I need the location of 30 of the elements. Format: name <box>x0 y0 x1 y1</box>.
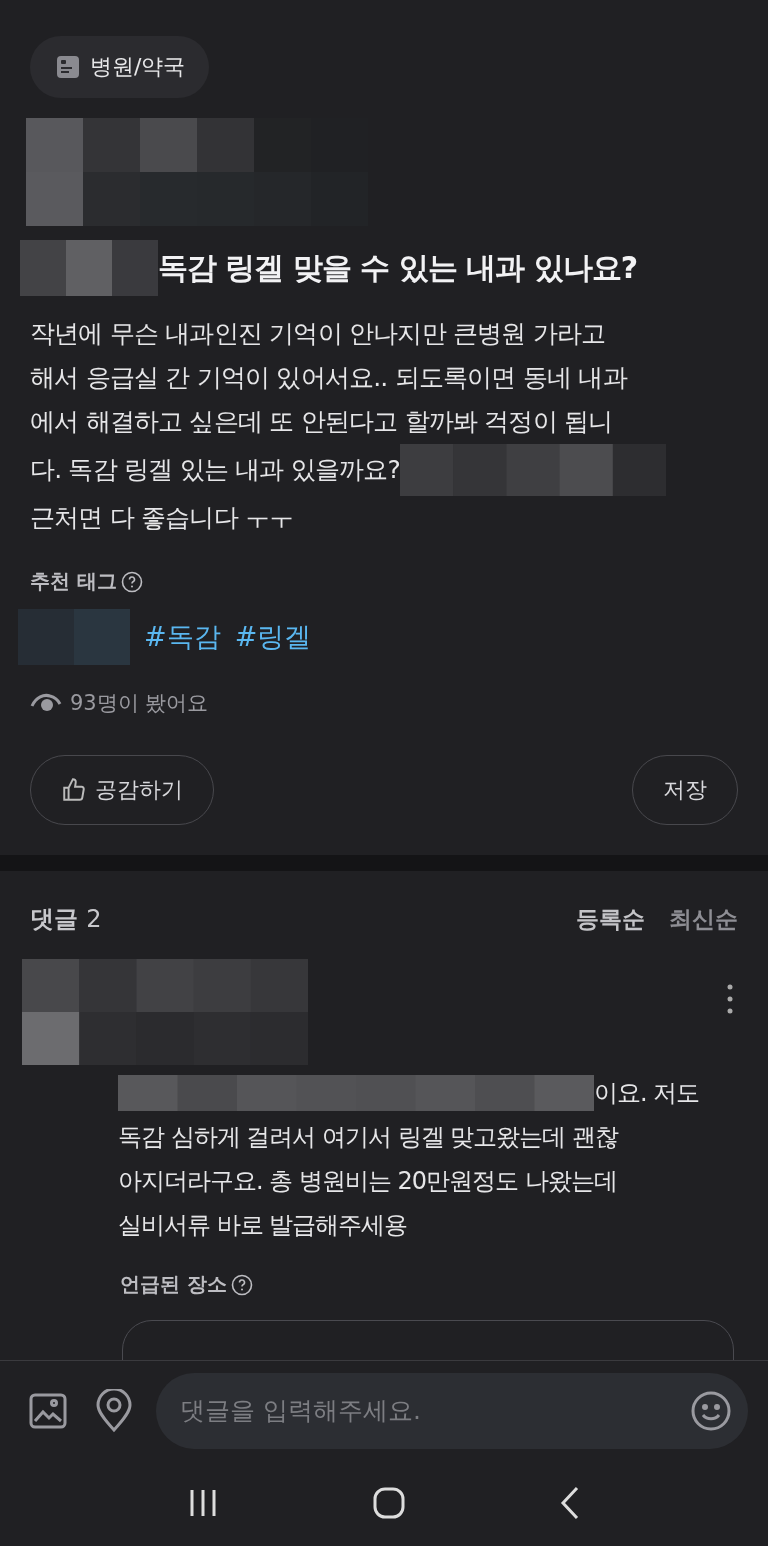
document-icon <box>56 55 80 79</box>
comment-text-line: 이요. 저도 <box>594 1078 700 1109</box>
eye-icon <box>30 692 62 714</box>
section-label: 추천 태그 <box>30 568 117 595</box>
view-count: 93명이 봤어요 <box>70 690 209 717</box>
post-body-line: 근처면 다 좋습니다 ㅜㅜ <box>30 502 294 534</box>
post-body-line: 해서 응급실 간 기억이 있어서요.. 되도록이면 동네 내과 <box>30 362 627 394</box>
smiley-icon[interactable] <box>690 1389 732 1432</box>
post-body-line: 에서 해결하고 싶은데 또 안된다고 할까봐 걱정이 됩니 <box>30 406 613 438</box>
sort-tab[interactable]: 최신순 <box>669 903 738 935</box>
comment-text-line: 독감 심하게 걸려서 여기서 링겔 맞고왔는데 괜찮 <box>118 1122 618 1153</box>
hashtag-link[interactable]: #독감 <box>144 619 221 655</box>
back-icon <box>560 1486 581 1520</box>
map-pin-icon <box>94 1388 134 1433</box>
section-label: 언급된 장소 <box>120 1271 227 1298</box>
comment-text-line: 아지더라구요. 총 병원비는 20만원정도 나왔는데 <box>118 1166 617 1197</box>
help-icon <box>230 1273 253 1296</box>
help-icon <box>120 570 143 593</box>
comment-count: 댓글 2 <box>30 904 102 935</box>
thumbs-up-icon <box>61 777 87 803</box>
post-body-line: 작년에 무슨 내과인진 기억이 안나지만 큰병원 가라고 <box>30 318 606 350</box>
home-icon <box>373 1487 405 1519</box>
comment-text-line: 실비서류 바로 발급해주세용 <box>118 1210 408 1241</box>
more-icon <box>726 983 734 1015</box>
post-title: 독감 링겔 맞을 수 있는 내과 있나요? <box>158 248 638 287</box>
post-body-line: 다. 독감 링겔 있는 내과 있을까요? <box>30 454 400 486</box>
hashtag-link[interactable]: #링겔 <box>234 619 312 655</box>
category-chip[interactable]: 병원/약국 <box>30 36 210 98</box>
sort-tab[interactable]: 등록순 <box>576 903 645 935</box>
comment-input[interactable]: 댓글을 입력해주세요. <box>156 1372 748 1449</box>
